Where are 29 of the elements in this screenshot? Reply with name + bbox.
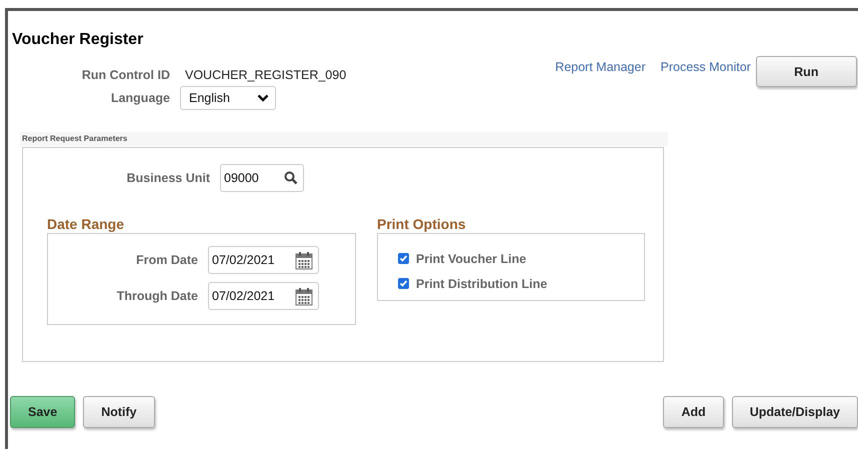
action-button[interactable]: Add [663, 396, 724, 428]
section-header: Report Request Parameters [20, 132, 668, 146]
group-title: Print Options [377, 216, 467, 233]
group-title: Date Range [47, 216, 126, 233]
calendar-icon[interactable] [295, 250, 313, 270]
save-button[interactable]: Save [10, 396, 76, 428]
chevron-down-icon[interactable] [257, 94, 269, 102]
calendar-icon[interactable] [295, 286, 313, 306]
field-label: Run Control ID [80, 68, 171, 82]
field-label: From Date [135, 253, 199, 267]
date-field[interactable]: 07/02/2021 [208, 282, 319, 310]
field-label: Language [110, 91, 171, 105]
checkbox[interactable] [398, 253, 409, 264]
checkbox-label: Print Distribution Line [416, 276, 548, 290]
action-button[interactable]: Notify [83, 396, 155, 428]
link[interactable]: Process Monitor [660, 60, 751, 74]
field-label: Business Unit [126, 171, 211, 185]
field-label: Through Date [116, 289, 199, 303]
action-button[interactable]: Update/Display [732, 396, 858, 428]
search-icon[interactable] [284, 171, 298, 185]
field-value: VOUCHER_REGISTER_090 [184, 67, 346, 84]
checkbox[interactable] [398, 278, 409, 289]
language-dropdown[interactable]: English [180, 86, 276, 110]
checkbox-label: Print Voucher Line [416, 252, 526, 266]
date-field[interactable]: 07/02/2021 [208, 246, 319, 274]
run-button[interactable]: Run [756, 56, 857, 87]
business-unit-field[interactable]: 09000 [220, 164, 304, 192]
page-title: Voucher Register [11, 30, 144, 50]
link[interactable]: Report Manager [555, 60, 646, 74]
